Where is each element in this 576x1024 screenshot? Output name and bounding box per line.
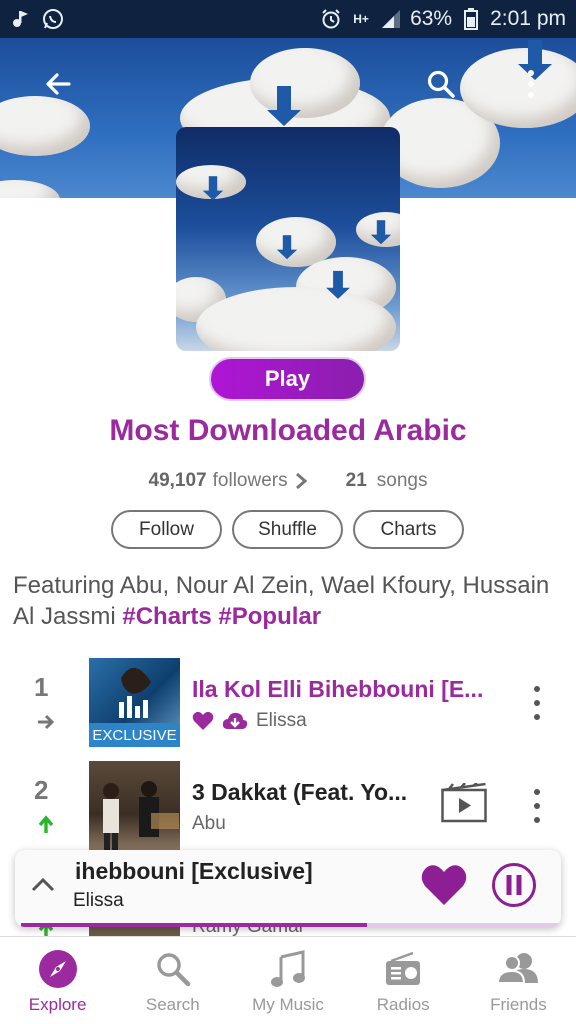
chevron-up-icon	[31, 877, 55, 892]
playlist-actions: Follow Shuffle Charts	[111, 510, 464, 549]
hashtag-charts[interactable]: #Charts	[122, 603, 211, 630]
like-button[interactable]	[421, 864, 467, 911]
followers-count: 49,107	[148, 470, 207, 491]
nav-friends[interactable]: Friends	[461, 937, 576, 1024]
nav-my-music[interactable]: My Music	[230, 937, 345, 1024]
shuffle-button[interactable]: Shuffle	[232, 510, 343, 549]
playlist-cover-art	[176, 127, 400, 351]
battery-percent: 63%	[410, 7, 453, 30]
track-row[interactable]: 1 EXCLUSIVE Ila Kol Elli Bihebbouni [E..…	[0, 658, 576, 750]
nav-label: Search	[145, 995, 200, 1014]
nav-label: My Music	[252, 995, 324, 1014]
playlist-description: Featuring Abu, Nour Al Zein, Wael Kfoury…	[13, 570, 563, 632]
hashtag-popular[interactable]: #Popular	[218, 603, 321, 630]
chevron-right-icon	[295, 472, 307, 490]
track-row[interactable]: 2 3 Dakkat (Feat. Yo... Abu	[0, 761, 576, 853]
nav-label: Explore	[28, 995, 87, 1014]
track-more-button[interactable]	[527, 789, 547, 823]
nav-label: Friends	[490, 995, 547, 1014]
track-more-button[interactable]	[527, 686, 547, 720]
back-arrow-icon	[46, 73, 71, 95]
track-subtitle: Elissa	[192, 710, 307, 732]
nav-radios[interactable]: Radios	[346, 937, 461, 1024]
video-clip-icon	[441, 782, 487, 823]
track-artist: Abu	[192, 813, 226, 834]
playback-progress[interactable]	[21, 923, 561, 927]
trend-up-icon	[38, 815, 54, 833]
cloud-download-icon	[222, 712, 248, 729]
track-artist: Elissa	[256, 710, 307, 731]
status-bar: H+ 63% 2:01 pm	[0, 0, 576, 38]
signal-icon	[380, 8, 402, 30]
alarm-icon	[320, 8, 342, 30]
heart-icon[interactable]	[192, 711, 214, 731]
songs-label: songs	[376, 470, 428, 491]
music-video-button[interactable]	[441, 782, 487, 828]
expand-player-button[interactable]	[31, 876, 55, 897]
followers-link[interactable]: 49,107 followers	[149, 470, 308, 492]
exclusive-badge: EXCLUSIVE	[89, 723, 180, 747]
search-icon	[153, 949, 193, 989]
bottom-navigation: Explore Search My Music Radios Friends	[0, 936, 576, 1024]
whatsapp-icon	[42, 8, 64, 30]
songs-count: 21	[345, 470, 367, 491]
compass-icon	[38, 949, 78, 989]
nav-explore[interactable]: Explore	[0, 937, 115, 1024]
nav-search[interactable]: Search	[115, 937, 230, 1024]
track-subtitle: Abu	[192, 813, 226, 835]
play-button[interactable]: Play	[209, 357, 366, 401]
followers-label: followers	[212, 470, 288, 491]
nav-label: Radios	[376, 995, 430, 1014]
track-rank: 2	[34, 775, 49, 805]
search-icon	[427, 70, 455, 98]
follow-button[interactable]: Follow	[111, 510, 222, 549]
clock: 2:01 pm	[490, 7, 566, 30]
more-options-button[interactable]	[509, 62, 553, 106]
track-thumbnail	[89, 761, 180, 850]
playback-progress-fill	[21, 923, 367, 927]
mini-player[interactable]: ihebbouni [Exclusive] Elissa	[15, 850, 561, 927]
music-notification-icon	[10, 8, 32, 30]
h-plus-icon: H+	[353, 12, 369, 26]
now-playing-title: ihebbouni [Exclusive]	[75, 858, 313, 884]
now-playing-artist: Elissa	[73, 890, 124, 911]
track-rank: 1	[34, 672, 49, 702]
track-thumbnail: EXCLUSIVE	[89, 658, 180, 747]
playlist-stats: 49,107 followers 21 songs	[0, 470, 576, 492]
search-button[interactable]	[419, 62, 463, 106]
friends-icon	[498, 949, 539, 989]
heart-icon	[421, 865, 467, 905]
pause-icon	[492, 863, 536, 907]
charts-button[interactable]: Charts	[353, 510, 464, 549]
track-title[interactable]: Ila Kol Elli Bihebbouni [E...	[192, 676, 492, 703]
back-button[interactable]	[36, 62, 80, 106]
battery-icon	[460, 8, 482, 30]
track-title[interactable]: 3 Dakkat (Feat. Yo...	[192, 779, 427, 806]
pause-button[interactable]	[491, 862, 537, 913]
radio-icon	[383, 949, 423, 989]
trend-same-icon	[38, 714, 55, 730]
music-note-icon	[268, 949, 308, 989]
playlist-title: Most Downloaded Arabic	[109, 414, 467, 447]
more-vertical-icon	[528, 70, 534, 98]
